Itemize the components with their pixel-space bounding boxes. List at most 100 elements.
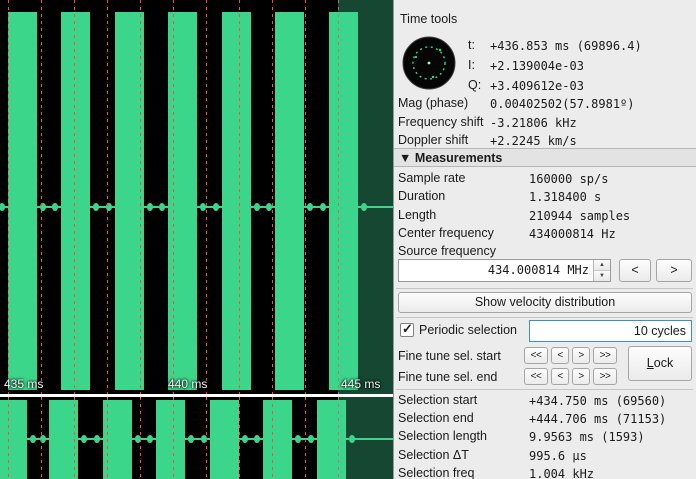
doppler-shift-label: Doppler shift: [398, 133, 468, 147]
period-marker-line: [173, 0, 174, 394]
fine-tune-start-big-forward-button[interactable]: >>: [593, 347, 617, 364]
period-marker-line: [74, 0, 75, 394]
selection-length-value: 9.9563 ms (1593): [529, 430, 645, 444]
selection-end-label: Selection end: [398, 411, 474, 425]
source-frequency-label: Source frequency: [398, 244, 496, 258]
time-tools-panel: Time tools t: +436.853 ms (69896.4) I: +…: [393, 0, 696, 479]
time-axis-label: 435 ms: [4, 377, 43, 391]
fine-tune-end-big-forward-button[interactable]: >>: [593, 368, 617, 385]
noise-blob: [81, 435, 87, 443]
length-value: 210944 samples: [529, 209, 630, 223]
period-marker-line: [206, 0, 207, 394]
t-label: t:: [468, 38, 475, 52]
spin-down-icon[interactable]: ▼: [594, 270, 610, 281]
frequency-shift-label: Frequency shift: [398, 115, 483, 129]
fine-tune-start-big-back-button[interactable]: <<: [524, 347, 548, 364]
i-label: I:: [468, 58, 475, 72]
noise-blob: [242, 435, 248, 443]
selection-length-label: Selection length: [398, 429, 487, 443]
selection-freq-value: 1.004 kHz: [529, 467, 594, 479]
time-axis-label: 440 ms: [168, 377, 207, 391]
i-value: +2.139004e-03: [490, 59, 584, 73]
selection-region[interactable]: [338, 0, 393, 479]
frequency-step-back-button[interactable]: <: [619, 259, 651, 282]
separator: [396, 317, 693, 318]
cycles-input[interactable]: [529, 320, 692, 342]
signal-burst: [61, 12, 90, 390]
period-marker-line: [140, 397, 141, 479]
noise-blob: [94, 435, 100, 443]
fine-tune-start-label: Fine tune sel. start: [398, 349, 501, 363]
waveform-main[interactable]: [0, 0, 393, 394]
application-window: 435 ms 440 ms 445 ms Time tools t: +436.…: [0, 0, 696, 479]
fine-tune-end-label: Fine tune sel. end: [398, 370, 497, 384]
duration-value: 1.318400 s: [529, 190, 601, 204]
spin-up-icon[interactable]: ▲: [594, 260, 610, 270]
lock-button[interactable]: Lock: [628, 346, 692, 381]
period-marker-line: [107, 0, 108, 394]
selection-delta-t-value: 995.6 µs: [529, 449, 587, 463]
noise-blob: [93, 203, 99, 211]
center-frequency-label: Center frequency: [398, 226, 494, 240]
noise-blob: [254, 435, 260, 443]
period-marker-line: [206, 397, 207, 479]
noise-blob: [254, 203, 260, 211]
noise-blob: [295, 435, 301, 443]
period-marker-line: [8, 0, 9, 394]
frequency-step-forward-button[interactable]: >: [656, 259, 692, 282]
period-marker-line: [74, 397, 75, 479]
period-marker-line: [140, 0, 141, 394]
fine-tune-start-back-button[interactable]: <: [551, 347, 569, 364]
period-marker-line: [173, 397, 174, 479]
selection-start-value: +434.750 ms (69560): [529, 394, 666, 408]
signal-burst: [8, 12, 37, 390]
length-label: Length: [398, 208, 436, 222]
period-marker-line: [8, 397, 9, 479]
period-marker-line: [239, 397, 240, 479]
noise-blob: [30, 435, 36, 443]
separator: [396, 389, 693, 390]
q-value: +3.409612e-03: [490, 79, 584, 93]
period-marker-line: [305, 0, 306, 394]
frequency-spinbox[interactable]: 434.000814 MHz ▲ ▼: [398, 259, 611, 282]
period-marker-line: [107, 397, 108, 479]
noise-blob: [52, 203, 58, 211]
sample-rate-label: Sample rate: [398, 171, 465, 185]
signal-burst: [263, 400, 292, 479]
noise-blob: [308, 435, 314, 443]
waveform-overview-strip[interactable]: [0, 397, 393, 479]
periodic-selection-label: Periodic selection: [419, 323, 517, 337]
period-marker-line: [41, 397, 42, 479]
time-tools-title: Time tools: [400, 12, 457, 26]
noise-blob: [159, 203, 165, 211]
time-axis-label: 445 ms: [341, 377, 380, 391]
frequency-spinbox-value: 434.000814 MHz: [488, 260, 589, 281]
noise-blob: [147, 435, 153, 443]
selection-end-value: +444.706 ms (71153): [529, 412, 666, 426]
noise-blob: [147, 203, 153, 211]
show-velocity-distribution-button[interactable]: Show velocity distribution: [398, 292, 692, 313]
period-marker-line: [305, 397, 306, 479]
measurements-section-header[interactable]: ▼ Measurements: [394, 148, 696, 167]
fine-tune-end-back-button[interactable]: <: [551, 368, 569, 385]
mag-phase-label: Mag (phase): [398, 96, 468, 110]
duration-label: Duration: [398, 189, 445, 203]
fine-tune-start-forward-button[interactable]: >: [572, 347, 590, 364]
fine-tune-end-forward-button[interactable]: >: [572, 368, 590, 385]
frequency-shift-value: -3.21806 kHz: [490, 116, 577, 130]
center-frequency-value: 434000814 Hz: [529, 227, 616, 241]
waveform-view[interactable]: 435 ms 440 ms 445 ms: [0, 0, 393, 479]
selection-delta-t-label: Selection ΔT: [398, 448, 469, 462]
periodic-selection-checkbox[interactable]: ✓: [400, 323, 414, 337]
period-marker-line: [41, 0, 42, 394]
separator: [396, 288, 693, 289]
noise-blob: [0, 203, 5, 211]
period-marker-line: [239, 0, 240, 394]
signal-burst: [275, 12, 304, 390]
mag-phase-value: 0.00402502(57.8981º): [490, 97, 635, 111]
waveform-divider: [0, 394, 393, 397]
fine-tune-end-big-back-button[interactable]: <<: [524, 368, 548, 385]
phase-scope-icon: [402, 36, 456, 90]
signal-burst: [0, 400, 27, 479]
noise-blob: [188, 435, 194, 443]
